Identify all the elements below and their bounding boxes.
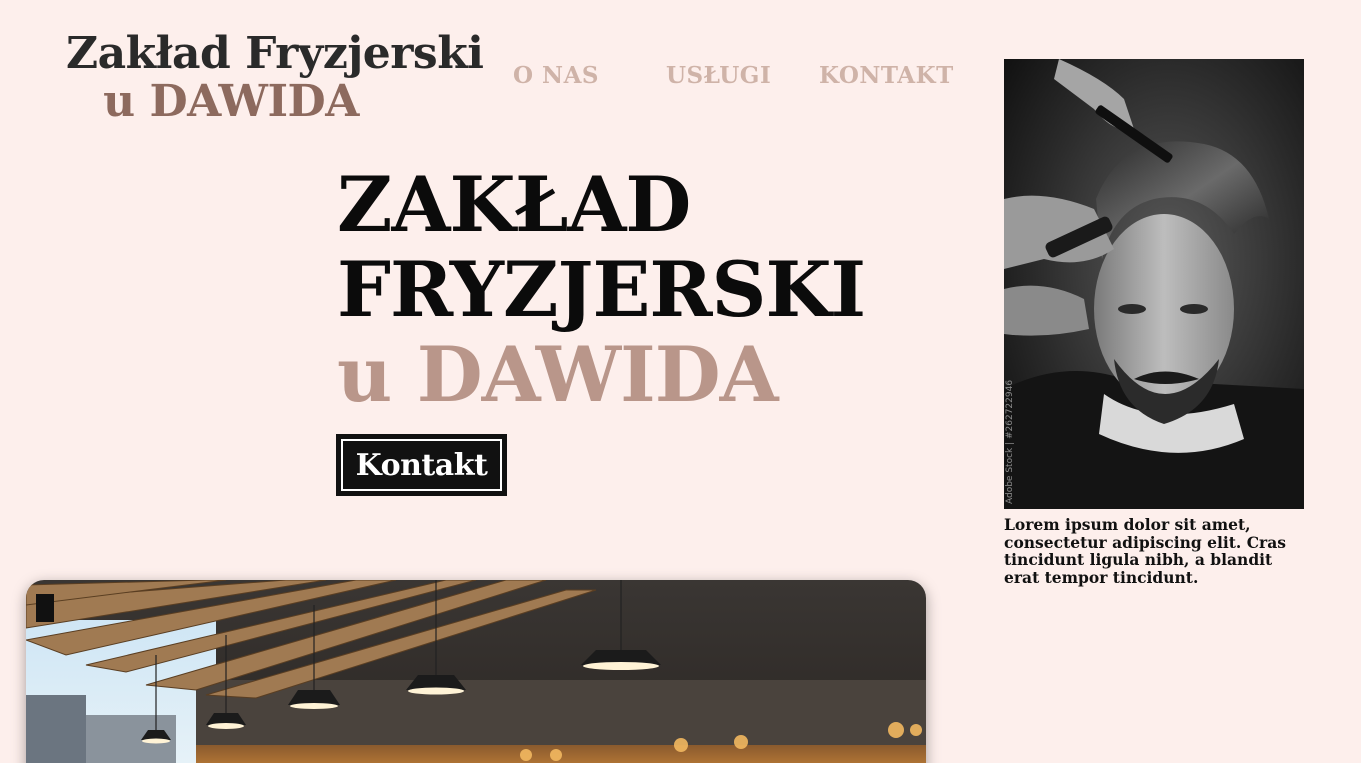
nav-item-uslugi[interactable]: USŁUGI	[666, 62, 771, 89]
page: Zakład Fryzjerski u DAWIDA O NAS USŁUGI …	[0, 0, 1361, 763]
logo-line-2: u DAWIDA	[103, 76, 359, 127]
barbershop-interior-image	[26, 580, 926, 763]
hero-line-3: u DAWIDA	[337, 330, 779, 419]
logo-line-1: Zakład Fryzjerski	[66, 28, 484, 79]
image-watermark: Adobe Stock | #262722946	[1005, 380, 1015, 504]
site-logo[interactable]: Zakład Fryzjerski u DAWIDA	[66, 28, 484, 127]
portrait-caption: Lorem ipsum dolor sit amet, consectetur …	[1004, 515, 1286, 587]
hero-heading: ZAKŁAD FRYZJERSKI u DAWIDA	[337, 160, 866, 419]
nav-item-kontakt[interactable]: KONTAKT	[819, 62, 954, 89]
barber-portrait-image: Adobe Stock | #262722946	[1004, 59, 1304, 509]
hero-line-1: ZAKŁAD	[337, 160, 691, 249]
hero-line-2: FRYZJERSKI	[337, 245, 866, 334]
nav-item-o-nas[interactable]: O NAS	[513, 62, 599, 89]
contact-button[interactable]: Kontakt	[336, 434, 507, 496]
